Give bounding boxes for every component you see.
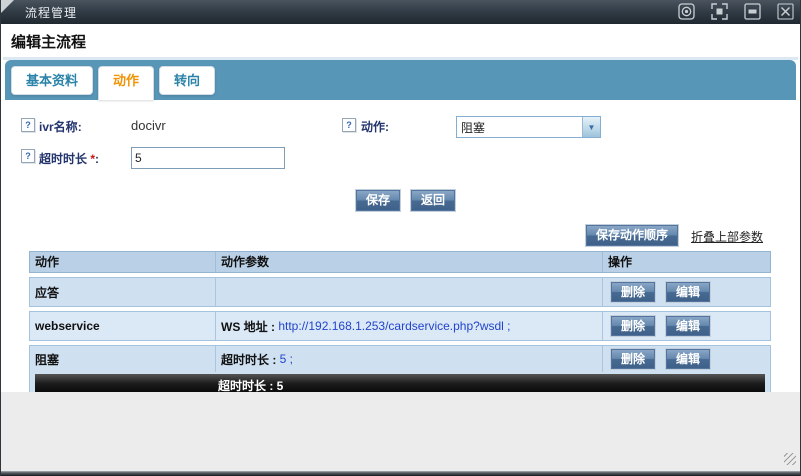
collapse-params-link[interactable]: 折叠上部参数 <box>691 228 763 245</box>
tab-actions[interactable]: 动作 <box>98 66 154 100</box>
tab-redirect[interactable]: 转向 <box>159 66 215 95</box>
edit-button[interactable]: 编辑 <box>666 282 710 302</box>
drag-preview-row[interactable]: 超时时长 : 5 <box>35 374 765 392</box>
table-row[interactable]: webservice WS 地址 : http://192.168.1.253/… <box>29 311 771 341</box>
row-action-name: webservice <box>30 319 215 333</box>
edit-button[interactable]: 编辑 <box>666 349 710 369</box>
resize-grip-icon[interactable] <box>784 453 796 465</box>
tab-bar: 基本资料 动作 转向 <box>5 60 796 100</box>
help-icon[interactable]: ? <box>21 149 35 163</box>
window-body <box>1 392 800 471</box>
row-action-name: 阻塞 <box>30 351 215 368</box>
ivr-name-label: ivr名称: <box>39 118 82 135</box>
table-row[interactable]: 阻塞 超时时长 : 5 ; 删除编辑 超时时长 : 5 <box>29 345 771 392</box>
help-icon[interactable]: ? <box>342 118 356 132</box>
window-bottom-frame <box>1 471 800 476</box>
app-window: 流程管理 编辑主流程 基本资料 动作 转向 ? i <box>0 0 801 476</box>
action-select[interactable]: 阻塞 ▼ <box>456 116 601 138</box>
save-action-order-button[interactable]: 保存动作顺序 <box>586 225 678 246</box>
content-panel: 编辑主流程 基本资料 动作 转向 ? ivr名称: docivr ? 动作: 阻… <box>1 24 800 392</box>
action-select-value: 阻塞 <box>457 119 582 136</box>
tray-icon[interactable] <box>678 3 695 20</box>
help-icon[interactable]: ? <box>21 118 35 132</box>
header-ops: 操作 <box>602 252 770 272</box>
minimize-icon[interactable] <box>744 3 761 20</box>
header-params: 动作参数 <box>215 252 602 272</box>
edit-button[interactable]: 编辑 <box>666 316 710 336</box>
timeout-input[interactable] <box>131 147 285 169</box>
ivr-name-value: docivr <box>131 118 166 133</box>
window-corner-decoration <box>1 0 14 13</box>
chevron-down-icon[interactable]: ▼ <box>582 117 600 137</box>
delete-button[interactable]: 删除 <box>611 282 655 302</box>
table-header: 动作 动作参数 操作 <box>29 251 771 273</box>
titlebar: 流程管理 <box>1 0 800 24</box>
close-icon[interactable] <box>777 3 794 20</box>
tab-basic-info[interactable]: 基本资料 <box>11 66 93 95</box>
back-button[interactable]: 返回 <box>411 190 455 211</box>
timeout-label: 超时时长 *: <box>39 150 99 167</box>
window-controls <box>678 3 794 20</box>
header-action: 动作 <box>30 252 215 272</box>
save-button[interactable]: 保存 <box>356 190 400 211</box>
page-title: 编辑主流程 <box>1 24 800 54</box>
maximize-icon[interactable] <box>711 3 728 20</box>
edit-form: ? ivr名称: docivr ? 动作: 阻塞 ▼ ? 超时时长 *: 保存 … <box>1 100 800 251</box>
row-param-label: WS 地址 : <box>221 318 278 335</box>
actions-table: 动作 动作参数 操作 应答 删除编辑 webservice WS 地址 : ht… <box>29 251 771 392</box>
action-label: 动作: <box>361 118 389 135</box>
table-row[interactable]: 应答 删除编辑 <box>29 277 771 307</box>
delete-button[interactable]: 删除 <box>611 349 655 369</box>
row-action-name: 应答 <box>30 284 215 301</box>
row-param-value: 5 ; <box>280 352 293 366</box>
row-param-label: 超时时长 : <box>221 351 280 368</box>
delete-button[interactable]: 删除 <box>611 316 655 336</box>
row-param-value: http://192.168.1.253/cardservice.php?wsd… <box>278 319 510 333</box>
